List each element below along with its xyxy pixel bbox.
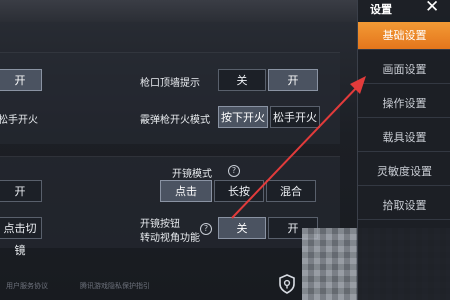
settings-panel-scope: 开镜模式 ? 开 点击 长按 混合 点击切镜 开镜按钮 转动视角功能 ? 关 开 [0,156,340,257]
tap-switch-scope-button[interactable]: 点击切镜 [0,217,42,257]
shotgun-release-fire-button[interactable]: 松手开火 [270,106,320,128]
sidebar-item-sensitivity[interactable]: 灵敏度设置 [358,158,450,186]
sidebar-item-pickup[interactable]: 拾取设置 [358,192,450,220]
sidebar-title: 设置 [370,3,392,16]
wall-hint-on-button[interactable]: 开 [268,69,318,91]
shield-icon[interactable] [278,274,296,294]
scope-mode-label: 开镜模式 [172,169,212,180]
scope-mode-help-icon[interactable]: ? [228,165,240,177]
settings-sidebar: 设置 ✕ 基础设置 画面设置 操作设置 载具设置 灵敏度设置 拾取设置 [357,0,450,300]
scope-rotate-help-icon[interactable]: ? [200,223,212,235]
sidebar-item-graphics[interactable]: 画面设置 [358,56,450,84]
scope-hold-button[interactable]: 长按 [214,180,264,202]
scope-tap-button[interactable]: 点击 [160,180,212,202]
sidebar-header: 设置 ✕ [358,0,450,20]
wall-hint-off-button[interactable]: 关 [218,69,266,91]
scope-mixed-button[interactable]: 混合 [266,180,316,202]
sidebar-item-basic[interactable]: 基础设置 [358,22,450,50]
sidebar-item-controls[interactable]: 操作设置 [358,90,450,118]
scope-rotate-label-line2: 转动视角功能 [140,233,200,244]
close-icon[interactable]: ✕ [425,0,439,16]
shotgun-fire-mode-label: 霰弹枪开火模式 [140,115,210,126]
scope-rotate-label-line1: 开镜按钮 [140,219,180,230]
left-release-fire-option[interactable]: 松手开火 [0,111,38,126]
sidebar-item-vehicle[interactable]: 载具设置 [358,124,450,152]
scope-rotate-off-button[interactable]: 关 [218,217,266,239]
wall-hint-label: 枪口顶墙提示 [140,78,200,89]
shotgun-press-fire-button[interactable]: 按下开火 [218,106,268,128]
left-on-toggle[interactable]: 开 [0,69,42,91]
settings-panel-shooting: 开 松手开火 枪口顶墙提示 关 开 霰弹枪开火模式 按下开火 松手开火 [0,52,340,144]
footer-user-agreement-link[interactable]: 用户服务协议 [6,281,48,291]
footer-privacy-link[interactable]: 腾讯游戏隐私保护指引 [80,281,150,291]
left-on-toggle-2[interactable]: 开 [0,180,42,202]
